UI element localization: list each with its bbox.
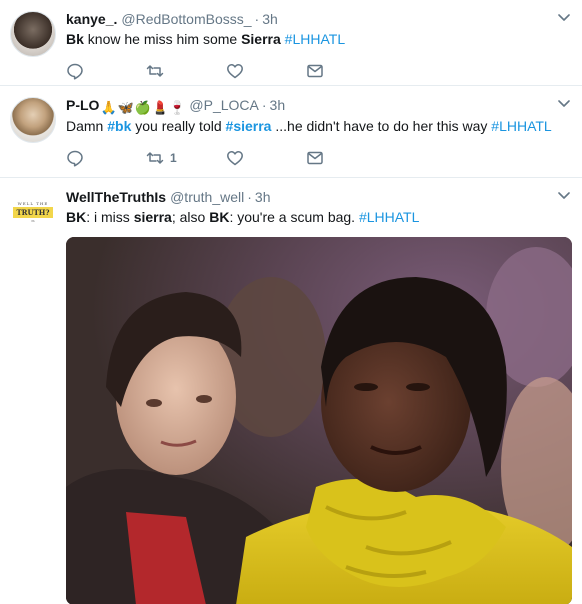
direct-message-icon bbox=[307, 151, 323, 165]
tweet-text: Damn #bk you really told #sierra ...he d… bbox=[66, 117, 570, 136]
retweet-icon bbox=[146, 152, 164, 164]
lipstick-emoji: 💄 bbox=[152, 100, 169, 115]
butterfly-emoji: 🦋 bbox=[117, 100, 134, 115]
retweet-icon bbox=[146, 65, 164, 77]
display-name-emojis: 🙏 🦋 🍏 💄 🍷 bbox=[100, 99, 185, 117]
avatar[interactable]: WELL THE TRUTH? IS bbox=[10, 189, 56, 235]
text-segment: know he miss him some bbox=[83, 31, 242, 47]
tweet-header: kanye_. @RedBottomBosss_ · 3h bbox=[66, 10, 570, 28]
avatar[interactable] bbox=[10, 11, 56, 57]
timestamp[interactable]: 3h bbox=[255, 188, 271, 206]
like-button[interactable] bbox=[226, 62, 306, 80]
tweet-content: kanye_. @RedBottomBosss_ · 3h Bk know he… bbox=[66, 10, 570, 80]
separator-dot: · bbox=[261, 97, 267, 113]
tweet-actions: 1 bbox=[66, 149, 570, 167]
hashtag-link[interactable]: #LHHATL bbox=[359, 209, 419, 225]
gif-still-image bbox=[66, 237, 572, 604]
text-segment: : i miss bbox=[86, 209, 134, 225]
avatar-logo-main: TRUTH? bbox=[13, 207, 53, 218]
text-bold: BK bbox=[66, 209, 87, 225]
text-bold: sierra bbox=[133, 209, 172, 225]
handle[interactable]: @truth_well bbox=[170, 188, 244, 206]
direct-message-icon bbox=[307, 64, 323, 78]
tweet-actions bbox=[66, 62, 570, 80]
text-segment: ...he didn't have to do her this way bbox=[271, 118, 492, 134]
caret-down-icon[interactable] bbox=[558, 14, 570, 22]
direct-message-button[interactable] bbox=[306, 62, 386, 80]
green-apple-emoji: 🍏 bbox=[134, 100, 152, 115]
tweet-header: P-LO 🙏 🦋 🍏 💄 🍷 @P_LOCA · 3h bbox=[66, 96, 570, 115]
tweet-content: WellTheTruthIs @truth_well · 3h BK: i mi… bbox=[66, 188, 572, 604]
direct-message-button[interactable] bbox=[306, 149, 386, 167]
text-bold: Bk bbox=[66, 31, 84, 47]
text-segment: : you're a scum bag. bbox=[229, 209, 359, 225]
hashtag-link[interactable]: #sierra bbox=[226, 118, 272, 134]
display-name[interactable]: kanye_. bbox=[66, 10, 117, 28]
wine-glass-emoji: 🍷 bbox=[169, 100, 186, 115]
tweet-text: Bk know he miss him some Sierra #LHHATL bbox=[66, 30, 570, 49]
timeline: kanye_. @RedBottomBosss_ · 3h Bk know he… bbox=[0, 0, 582, 604]
timestamp[interactable]: 3h bbox=[262, 10, 278, 28]
reply-button[interactable] bbox=[66, 149, 146, 167]
caret-down-icon[interactable] bbox=[558, 100, 570, 108]
text-segment: ; also bbox=[171, 209, 210, 225]
retweet-button[interactable] bbox=[146, 62, 226, 80]
handle[interactable]: @RedBottomBosss_ bbox=[121, 10, 251, 28]
text-bold: BK bbox=[209, 209, 230, 225]
text-bold: Sierra bbox=[241, 31, 281, 47]
avatar-logo-top: WELL THE bbox=[17, 201, 49, 206]
like-button[interactable] bbox=[226, 149, 306, 167]
separator-dot: · bbox=[254, 11, 260, 27]
like-icon bbox=[227, 151, 243, 166]
avatar-logo-sub: IS bbox=[31, 219, 35, 223]
hashtag-link[interactable]: #LHHATL bbox=[491, 118, 551, 134]
folded-hands-emoji: 🙏 bbox=[100, 100, 117, 115]
text-segment: you really told bbox=[131, 118, 226, 134]
tweet-text: BK: i miss sierra; also BK: you're a scu… bbox=[66, 208, 570, 227]
retweet-button[interactable]: 1 bbox=[146, 149, 226, 167]
tweet[interactable]: WELL THE TRUTH? IS WellTheTruthIs @truth… bbox=[0, 178, 582, 604]
retweet-count: 1 bbox=[170, 151, 177, 165]
tweet-header: WellTheTruthIs @truth_well · 3h bbox=[66, 188, 570, 206]
display-name[interactable]: WellTheTruthIs bbox=[66, 188, 166, 206]
hashtag-link[interactable]: #LHHATL bbox=[285, 31, 345, 47]
handle[interactable]: @P_LOCA bbox=[189, 96, 258, 114]
text-segment: Damn bbox=[66, 118, 108, 134]
reply-button[interactable] bbox=[66, 62, 146, 80]
hashtag-link[interactable]: #bk bbox=[107, 118, 131, 134]
reply-icon bbox=[67, 150, 83, 167]
like-icon bbox=[227, 64, 243, 79]
tweet[interactable]: P-LO 🙏 🦋 🍏 💄 🍷 @P_LOCA · 3h Damn #bk you… bbox=[0, 86, 582, 178]
caret-down-icon[interactable] bbox=[558, 192, 570, 200]
separator-dot: · bbox=[247, 189, 252, 205]
tweet-content: P-LO 🙏 🦋 🍏 💄 🍷 @P_LOCA · 3h Damn #bk you… bbox=[66, 96, 570, 167]
avatar[interactable] bbox=[10, 97, 56, 143]
tweet-media-gif[interactable] bbox=[66, 237, 572, 604]
display-name[interactable]: P-LO bbox=[66, 96, 99, 114]
reply-icon bbox=[67, 63, 83, 80]
tweet[interactable]: kanye_. @RedBottomBosss_ · 3h Bk know he… bbox=[0, 0, 582, 86]
timestamp[interactable]: 3h bbox=[270, 96, 286, 114]
